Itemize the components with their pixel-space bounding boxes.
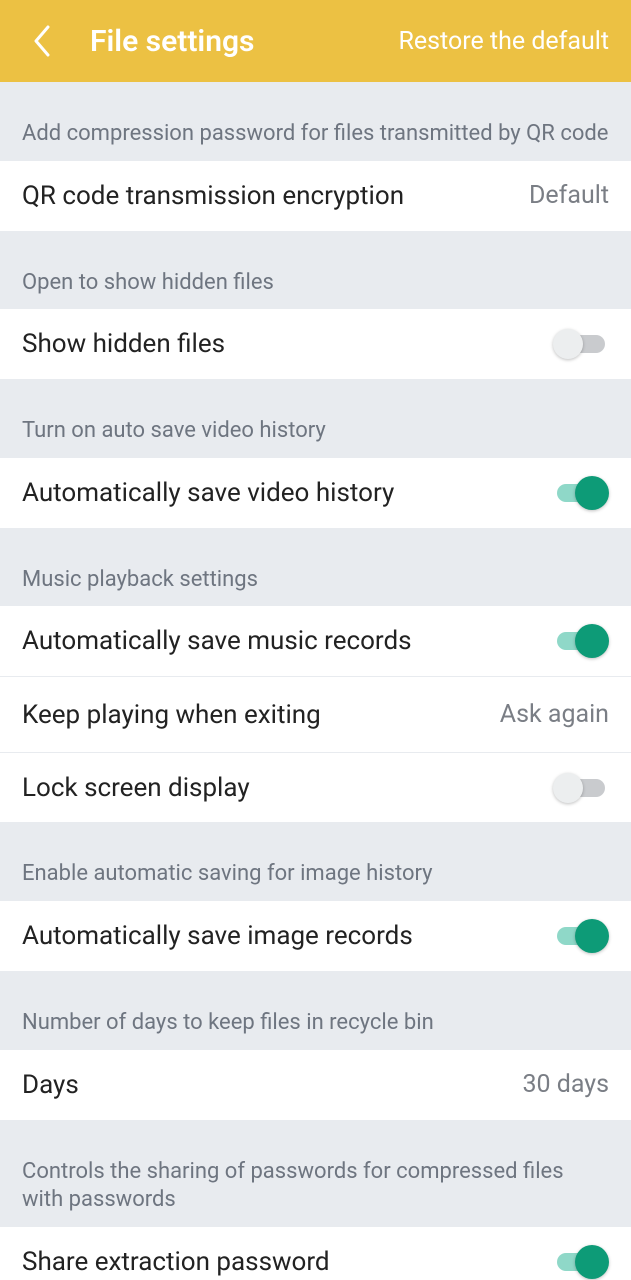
chevron-left-icon <box>32 25 52 57</box>
row-label: Lock screen display <box>22 773 250 803</box>
row-label: Automatically save music records <box>22 626 412 656</box>
row-label: Share extraction password <box>22 1247 330 1277</box>
section-hint-image: Enable automatic saving for image histor… <box>0 822 631 901</box>
restore-default-button[interactable]: Restore the default <box>398 27 609 56</box>
back-button[interactable] <box>22 21 62 61</box>
row-show-hidden-files: Show hidden files <box>0 309 631 379</box>
toggle-auto-save-music[interactable] <box>553 625 609 657</box>
row-label: Days <box>22 1070 79 1100</box>
app-header: File settings Restore the default <box>0 0 631 82</box>
toggle-share-extraction-password[interactable] <box>553 1246 609 1278</box>
row-value: Ask again <box>500 700 609 729</box>
section-hint-qr: Add compression password for files trans… <box>0 82 631 161</box>
toggle-auto-save-video[interactable] <box>553 477 609 509</box>
row-label: Automatically save image records <box>22 921 413 951</box>
row-auto-save-image: Automatically save image records <box>0 901 631 971</box>
page-title: File settings <box>90 24 254 59</box>
row-value: Default <box>529 181 609 210</box>
toggle-lock-screen-display[interactable] <box>553 772 609 804</box>
row-share-extraction-password: Share extraction password <box>0 1227 631 1280</box>
row-auto-save-music: Automatically save music records <box>0 606 631 676</box>
row-qr-encryption[interactable]: QR code transmission encryption Default <box>0 161 631 231</box>
row-keep-playing[interactable]: Keep playing when exiting Ask again <box>0 676 631 752</box>
row-label: Show hidden files <box>22 329 225 359</box>
toggle-show-hidden-files[interactable] <box>553 328 609 360</box>
section-hint-share: Controls the sharing of passwords for co… <box>0 1120 631 1227</box>
section-hint-recycle: Number of days to keep files in recycle … <box>0 971 631 1050</box>
row-auto-save-video: Automatically save video history <box>0 458 631 528</box>
section-hint-video: Turn on auto save video history <box>0 379 631 458</box>
row-value: 30 days <box>522 1070 609 1099</box>
row-label: QR code transmission encryption <box>22 181 404 211</box>
toggle-auto-save-image[interactable] <box>553 920 609 952</box>
row-recycle-days[interactable]: Days 30 days <box>0 1050 631 1120</box>
section-hint-music: Music playback settings <box>0 528 631 607</box>
row-lock-screen-display: Lock screen display <box>0 752 631 822</box>
row-label: Keep playing when exiting <box>22 700 321 730</box>
row-label: Automatically save video history <box>22 478 394 508</box>
section-hint-hidden: Open to show hidden files <box>0 231 631 310</box>
